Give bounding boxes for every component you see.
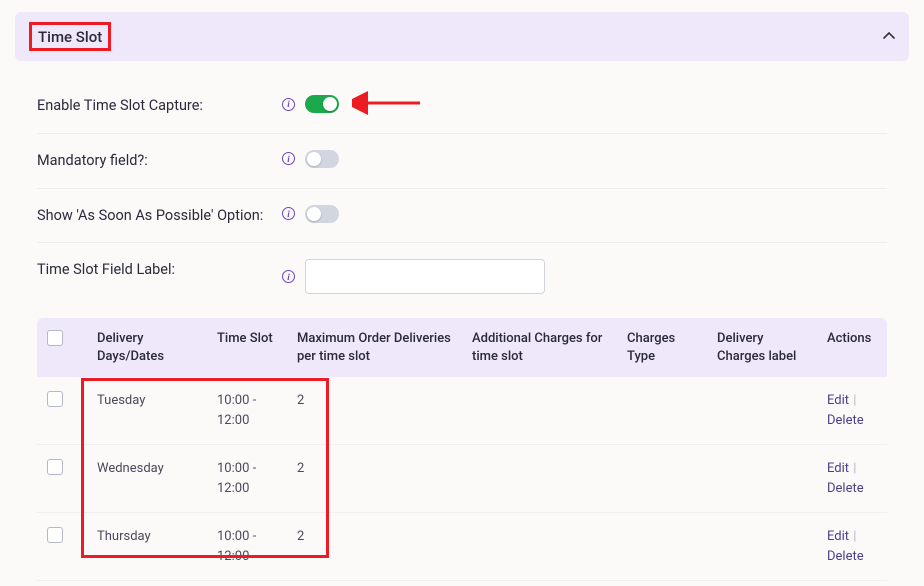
cell-dclabel [707, 377, 817, 445]
chevron-up-icon[interactable] [883, 29, 895, 44]
edit-link[interactable]: Edit [827, 393, 849, 408]
th-actions: Actions [817, 318, 887, 377]
arrow-annotation [352, 91, 422, 120]
timeslot-table: Delivery Days/Dates Time Slot Maximum Or… [37, 318, 887, 581]
info-icon[interactable]: i [282, 152, 295, 165]
cell-ctype [617, 513, 707, 581]
info-icon[interactable]: i [282, 207, 295, 220]
checkbox-row[interactable] [47, 527, 63, 543]
edit-link[interactable]: Edit [827, 529, 849, 544]
label-asap: Show 'As Soon As Possible' Option: [37, 205, 282, 227]
cell-max: 2 [287, 513, 462, 581]
delete-link[interactable]: Delete [827, 413, 864, 428]
label-mandatory: Mandatory field?: [37, 150, 282, 172]
timeslot-table-wrap: Delivery Days/Dates Time Slot Maximum Or… [37, 318, 887, 581]
cell-actions: Edit | Delete [817, 445, 887, 513]
cell-ctype [617, 445, 707, 513]
title-highlight: Time Slot [29, 22, 111, 51]
row-enable-capture: Enable Time Slot Capture: i [37, 79, 887, 134]
cell-slot: 10:00 - 12:00 [207, 377, 287, 445]
cell-slot: 10:00 - 12:00 [207, 513, 287, 581]
edit-link[interactable]: Edit [827, 461, 849, 476]
cell-dclabel [707, 513, 817, 581]
th-max: Maximum Order Deliveries per time slot [287, 318, 462, 377]
th-dclabel: Delivery Charges label [707, 318, 817, 377]
cell-slot: 10:00 - 12:00 [207, 445, 287, 513]
cell-addcharge [462, 513, 617, 581]
panel-header[interactable]: Time Slot [15, 12, 909, 61]
cell-day: Wednesday [87, 445, 207, 513]
table-row: Wednesday10:00 - 12:002 Edit | Delete [37, 445, 887, 513]
th-days: Delivery Days/Dates [87, 318, 207, 377]
delete-link[interactable]: Delete [827, 481, 864, 496]
cell-day: Thursday [87, 513, 207, 581]
info-icon[interactable]: i [282, 98, 295, 111]
th-ctype: Charges Type [617, 318, 707, 377]
toggle-mandatory[interactable] [305, 150, 339, 168]
checkbox-row[interactable] [47, 391, 63, 407]
row-asap: Show 'As Soon As Possible' Option: i [37, 189, 887, 244]
toggle-asap[interactable] [305, 205, 339, 223]
cell-max: 2 [287, 377, 462, 445]
label-enable-capture: Enable Time Slot Capture: [37, 95, 282, 117]
row-field-label: Time Slot Field Label: i [37, 243, 887, 310]
row-mandatory: Mandatory field?: i [37, 134, 887, 189]
cell-addcharge [462, 445, 617, 513]
checkbox-row[interactable] [47, 459, 63, 475]
checkbox-all[interactable] [47, 330, 63, 346]
table-row: Tuesday10:00 - 12:002 Edit | Delete [37, 377, 887, 445]
cell-max: 2 [287, 445, 462, 513]
cell-actions: Edit | Delete [817, 377, 887, 445]
delete-link[interactable]: Delete [827, 549, 864, 564]
cell-addcharge [462, 377, 617, 445]
cell-actions: Edit | Delete [817, 513, 887, 581]
panel-title: Time Slot [38, 28, 102, 46]
input-field-label[interactable] [305, 259, 545, 294]
label-field-label: Time Slot Field Label: [37, 259, 282, 281]
content: Enable Time Slot Capture: i Mandatory fi… [15, 79, 909, 581]
info-icon[interactable]: i [282, 270, 295, 283]
toggle-enable-capture[interactable] [305, 95, 339, 113]
cell-dclabel [707, 445, 817, 513]
table-row: Thursday10:00 - 12:002 Edit | Delete [37, 513, 887, 581]
th-addcharge: Additional Charges for time slot [462, 318, 617, 377]
th-slot: Time Slot [207, 318, 287, 377]
cell-ctype [617, 377, 707, 445]
cell-day: Tuesday [87, 377, 207, 445]
